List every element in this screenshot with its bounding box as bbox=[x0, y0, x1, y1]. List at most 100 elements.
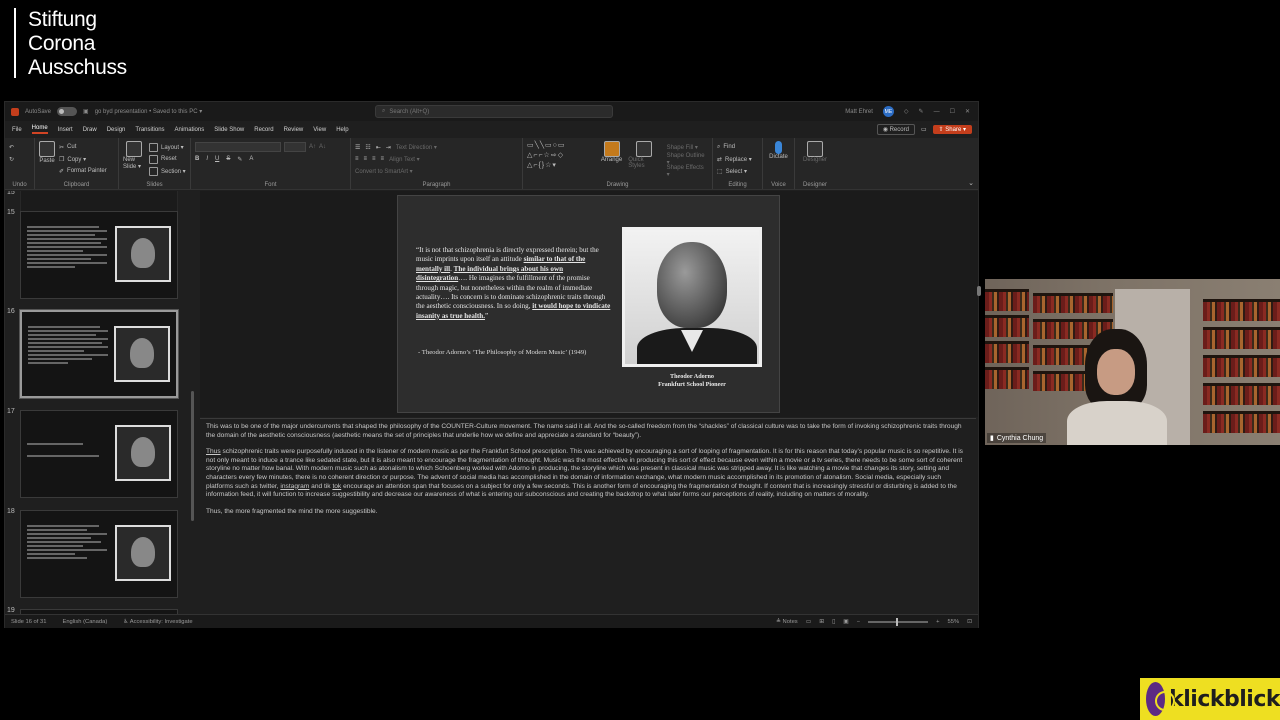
increase-indent-icon[interactable]: ⇥ bbox=[386, 144, 391, 151]
section-button[interactable]: Section ▾ bbox=[149, 165, 186, 177]
underline-button[interactable]: U bbox=[215, 156, 219, 162]
undo-icon[interactable]: ↶ bbox=[9, 144, 14, 151]
language-indicator[interactable]: English (Canada) bbox=[62, 619, 107, 625]
select-button[interactable]: ⬚ Select ▾ bbox=[717, 165, 758, 177]
thumbnail-text bbox=[27, 443, 107, 459]
font-color-icon[interactable]: A bbox=[249, 156, 253, 162]
quick-styles-button[interactable]: Quick Styles bbox=[628, 141, 660, 177]
dictate-button[interactable]: Dictate bbox=[767, 141, 790, 160]
align-right-icon[interactable]: ≡ bbox=[372, 156, 376, 162]
convert-smartart-button[interactable]: Convert to SmartArt ▾ bbox=[355, 168, 413, 175]
bullets-icon[interactable]: ☰ bbox=[355, 144, 360, 151]
align-left-icon[interactable]: ≡ bbox=[355, 156, 359, 162]
zoom-out-icon[interactable]: − bbox=[857, 619, 860, 625]
find-button[interactable]: ⌕ Find bbox=[717, 141, 758, 153]
shape-outline-button[interactable]: Shape Outline ▾ bbox=[667, 153, 708, 166]
adorno-portrait[interactable] bbox=[622, 227, 762, 367]
paste-button[interactable]: Paste bbox=[39, 141, 55, 177]
premium-icon[interactable]: ◇ bbox=[904, 108, 909, 115]
reading-view-icon[interactable]: ▯ bbox=[832, 619, 835, 625]
normal-view-icon[interactable]: ▭ bbox=[806, 619, 811, 625]
shapes-gallery[interactable]: ▭╲╲▭○▭ △⌐⌐☆⇨◇ △⌐{}☆▾ bbox=[527, 141, 595, 175]
document-title[interactable]: go byd presentation • Saved to this PC ▾ bbox=[95, 108, 203, 115]
portrait-caption[interactable]: Theodor Adorno Frankfurt School Pioneer bbox=[622, 373, 762, 389]
scissors-icon: ✂ bbox=[59, 144, 65, 151]
reset-button[interactable]: Reset bbox=[149, 153, 186, 165]
designer-button[interactable]: Designer bbox=[799, 141, 831, 163]
shape-effects-button[interactable]: Shape Effects ▾ bbox=[667, 165, 708, 178]
new-slide-button[interactable]: New Slide ▾ bbox=[123, 141, 145, 177]
numbering-icon[interactable]: ☷ bbox=[365, 144, 370, 151]
shrink-font-icon[interactable]: A↓ bbox=[319, 144, 326, 150]
tab-review[interactable]: Review bbox=[284, 127, 304, 133]
bookshelf-row bbox=[985, 289, 1029, 311]
bold-button[interactable]: B bbox=[195, 156, 199, 162]
slideshow-icon[interactable]: ▣ bbox=[843, 619, 848, 625]
highlight-icon[interactable]: ✎ bbox=[237, 156, 242, 163]
share-button[interactable]: ⇧ Share ▾ bbox=[932, 125, 972, 134]
tab-view[interactable]: View bbox=[313, 127, 326, 133]
tab-record[interactable]: Record bbox=[254, 127, 273, 133]
font-name-field[interactable] bbox=[195, 142, 281, 152]
slide-sorter-icon[interactable]: ⊞ bbox=[819, 619, 824, 625]
layout-button[interactable]: Layout ▾ bbox=[149, 141, 186, 153]
text-direction-button[interactable]: Text Direction ▾ bbox=[396, 144, 437, 151]
current-slide[interactable]: “It is not that schizophrenia is directl… bbox=[397, 195, 780, 413]
search-box[interactable]: ⌕ Search (Alt+Q) bbox=[375, 105, 613, 118]
tab-help[interactable]: Help bbox=[336, 127, 348, 133]
tab-home[interactable]: Home bbox=[31, 125, 48, 134]
tab-design[interactable]: Design bbox=[107, 127, 126, 133]
zoom-slider[interactable] bbox=[868, 617, 929, 626]
arrange-button[interactable]: Arrange bbox=[601, 141, 622, 177]
redo-icon[interactable]: ↻ bbox=[9, 156, 14, 163]
align-center-icon[interactable]: ≡ bbox=[364, 156, 368, 162]
slide-thumbnail-17[interactable] bbox=[20, 410, 178, 498]
tab-draw[interactable]: Draw bbox=[83, 127, 97, 133]
cut-button[interactable]: ✂ Cut bbox=[59, 141, 107, 153]
autosave-toggle[interactable] bbox=[57, 107, 78, 116]
accessibility-indicator[interactable]: ♿ Accessibility: Investigate bbox=[123, 619, 192, 625]
notes-toggle[interactable]: ≜ Notes bbox=[776, 619, 798, 625]
replace-button[interactable]: ⇄ Replace ▾ bbox=[717, 153, 758, 165]
slide-thumbnail-18[interactable] bbox=[20, 510, 178, 598]
italic-button[interactable]: I bbox=[206, 156, 208, 162]
record-button[interactable]: ◉ Record bbox=[876, 124, 915, 135]
grow-font-icon[interactable]: A↑ bbox=[309, 144, 316, 150]
comments-icon[interactable]: ▭ bbox=[921, 126, 927, 133]
main-scrollbar[interactable] bbox=[976, 191, 982, 614]
zoom-in-icon[interactable]: + bbox=[936, 619, 939, 625]
font-size-field[interactable] bbox=[284, 142, 306, 152]
format-painter-button[interactable]: ✐ Format Painter bbox=[59, 165, 107, 177]
bookshelf-row bbox=[1203, 299, 1280, 321]
speaker-notes[interactable]: This was to be one of the major undercur… bbox=[200, 418, 976, 614]
user-name[interactable]: Matt Ehret bbox=[845, 109, 873, 115]
tab-transitions[interactable]: Transitions bbox=[135, 127, 164, 133]
thumbnail-scrollbar[interactable] bbox=[191, 391, 194, 521]
slide-quote[interactable]: “It is not that schizophrenia is directl… bbox=[416, 246, 612, 321]
strikethrough-button[interactable]: S bbox=[226, 156, 230, 162]
fit-slide-icon[interactable]: ⊡ bbox=[967, 619, 972, 625]
slide-thumbnail-16[interactable] bbox=[20, 310, 178, 398]
slide-thumbnail-15[interactable] bbox=[20, 211, 178, 299]
pen-icon[interactable]: ✎ bbox=[919, 108, 924, 115]
shape-fill-button[interactable]: Shape Fill ▾ bbox=[667, 141, 708, 153]
tab-animations[interactable]: Animations bbox=[175, 127, 205, 133]
tab-insert[interactable]: Insert bbox=[58, 127, 73, 133]
quote-attribution[interactable]: - Theodor Adorno’s ‘The Philosophy of Mo… bbox=[418, 349, 618, 356]
bookshelf-row bbox=[1203, 355, 1280, 377]
minimize-icon[interactable]: — bbox=[934, 109, 940, 115]
save-icon[interactable]: ▣ bbox=[83, 108, 89, 115]
justify-icon[interactable]: ≡ bbox=[381, 156, 385, 162]
maximize-icon[interactable]: ☐ bbox=[950, 108, 955, 115]
scrollbar-thumb[interactable] bbox=[977, 286, 981, 296]
decrease-indent-icon[interactable]: ⇤ bbox=[376, 144, 381, 151]
avatar[interactable]: ME bbox=[882, 106, 894, 117]
copy-button[interactable]: ❐ Copy ▾ bbox=[59, 153, 107, 165]
tab-slide-show[interactable]: Slide Show bbox=[214, 127, 244, 133]
zoom-level[interactable]: 55% bbox=[948, 619, 960, 625]
collapse-ribbon-icon[interactable]: ⌄ bbox=[968, 179, 974, 187]
quick-styles-label: Quick Styles bbox=[628, 157, 645, 169]
close-icon[interactable]: ✕ bbox=[965, 108, 970, 115]
align-text-button[interactable]: Align Text ▾ bbox=[389, 156, 420, 163]
tab-file[interactable]: File bbox=[12, 127, 22, 133]
